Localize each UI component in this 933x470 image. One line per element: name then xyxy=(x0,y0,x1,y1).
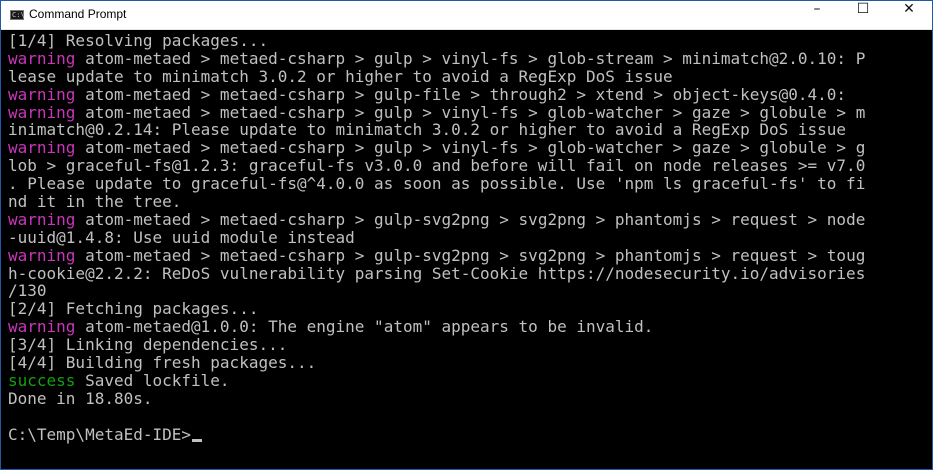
console-line-text: atom-metaed > metaed-csharp > gulp > vin… xyxy=(75,48,866,68)
console-line: [4/4] Building fresh packages... xyxy=(8,354,930,372)
warning-label: warning xyxy=(8,102,76,122)
console-line-text: /130 xyxy=(8,281,47,301)
console-line: warning atom-metaed > metaed-csharp > gu… xyxy=(8,84,930,104)
console-line-text: atom-metaed > metaed-csharp > gulp > vin… xyxy=(75,138,866,158)
console-line-text: -uuid@1.4.8: Use uuid module instead xyxy=(8,227,355,247)
console-line: [2/4] Fetching packages... xyxy=(8,300,930,318)
console-line: warning atom-metaed > metaed-csharp > gu… xyxy=(8,209,930,229)
console-line: [3/4] Linking dependencies... xyxy=(8,336,930,354)
console-line-text: [2/4] Fetching packages... xyxy=(8,299,259,319)
console-output[interactable]: [1/4] Resolving packages... warning atom-… xyxy=(8,32,930,467)
console-line: success Saved lockfile. xyxy=(8,370,930,390)
console-line: [1/4] Resolving packages... xyxy=(8,32,930,50)
console-line-text: Done in 18.80s. xyxy=(8,388,153,408)
console-line: lob > graceful-fs@1.2.3: graceful-fs v3.… xyxy=(8,157,930,175)
console-line: warning atom-metaed > metaed-csharp > gu… xyxy=(8,245,930,265)
title-bar[interactable]: C:\ Command Prompt – ☐ ✕ xyxy=(1,1,932,30)
close-button[interactable]: ✕ xyxy=(886,1,932,29)
console-line-text: lob > graceful-fs@1.2.3: graceful-fs v3.… xyxy=(8,156,866,176)
console-line: inimatch@0.2.14: Please update to minima… xyxy=(8,121,930,139)
console-line: . Please update to graceful-fs@^4.0.0 as… xyxy=(8,175,930,193)
console-line-text: C:\Temp\MetaEd-IDE> xyxy=(8,424,192,444)
minimize-button[interactable]: – xyxy=(794,1,840,29)
command-prompt-icon[interactable]: C:\ xyxy=(10,10,25,20)
warning-label: warning xyxy=(8,138,76,158)
console-line: Done in 18.80s. xyxy=(8,388,930,408)
console-line: warning atom-metaed > metaed-csharp > gu… xyxy=(8,102,930,122)
text-cursor xyxy=(192,438,203,442)
warning-label: warning xyxy=(8,84,76,104)
console-line-text: nd it in the tree. xyxy=(8,192,182,212)
console-line-text: atom-metaed > metaed-csharp > gulp > vin… xyxy=(75,102,866,122)
window-title: Command Prompt xyxy=(29,7,127,21)
console-line-text: atom-metaed > metaed-csharp > gulp-svg2p… xyxy=(75,245,866,265)
console-line-text: atom-metaed > metaed-csharp > gulp-svg2p… xyxy=(75,209,866,229)
success-label: success xyxy=(8,370,76,390)
warning-label: warning xyxy=(8,48,76,68)
console-line-text: lease update to minimatch 3.0.2 or highe… xyxy=(8,66,673,86)
console-line: lease update to minimatch 3.0.2 or highe… xyxy=(8,66,930,86)
icon-glyph: C:\ xyxy=(12,11,25,19)
warning-label: warning xyxy=(8,209,76,229)
console-line: h-cookie@2.2.2: ReDoS vulnerability pars… xyxy=(8,263,930,283)
console-line: /130 xyxy=(8,282,930,300)
console-line: nd it in the tree. xyxy=(8,193,930,211)
console-line-text: Saved lockfile. xyxy=(75,370,230,390)
console-line-text: [4/4] Building fresh packages... xyxy=(8,353,317,373)
console-line-text: h-cookie@2.2.2: ReDoS vulnerability pars… xyxy=(8,263,866,283)
console-line-text: atom-metaed > metaed-csharp > gulp-file … xyxy=(75,84,847,104)
warning-label: warning xyxy=(8,245,76,265)
console-line-text: . Please update to graceful-fs@^4.0.0 as… xyxy=(8,174,866,194)
command-prompt-window: C:\ Command Prompt – ☐ ✕ [1/4] Resolving… xyxy=(0,0,933,470)
console-line: warning atom-metaed > metaed-csharp > gu… xyxy=(8,139,930,157)
console-line-text: [1/4] Resolving packages... xyxy=(8,32,269,50)
console-line: warning atom-metaed > metaed-csharp > gu… xyxy=(8,48,930,68)
warning-label: warning xyxy=(8,317,76,337)
maximize-button[interactable]: ☐ xyxy=(840,1,886,29)
console-line-text: atom-metaed@1.0.0: The engine "atom" app… xyxy=(75,317,654,337)
console-line: -uuid@1.4.8: Use uuid module instead xyxy=(8,227,930,247)
console-line: warning atom-metaed@1.0.0: The engine "a… xyxy=(8,318,930,336)
prompt-line: C:\Temp\MetaEd-IDE> xyxy=(8,424,930,444)
console-line-text: inimatch@0.2.14: Please update to minima… xyxy=(8,120,847,140)
console-line-text: [3/4] Linking dependencies... xyxy=(8,335,288,355)
